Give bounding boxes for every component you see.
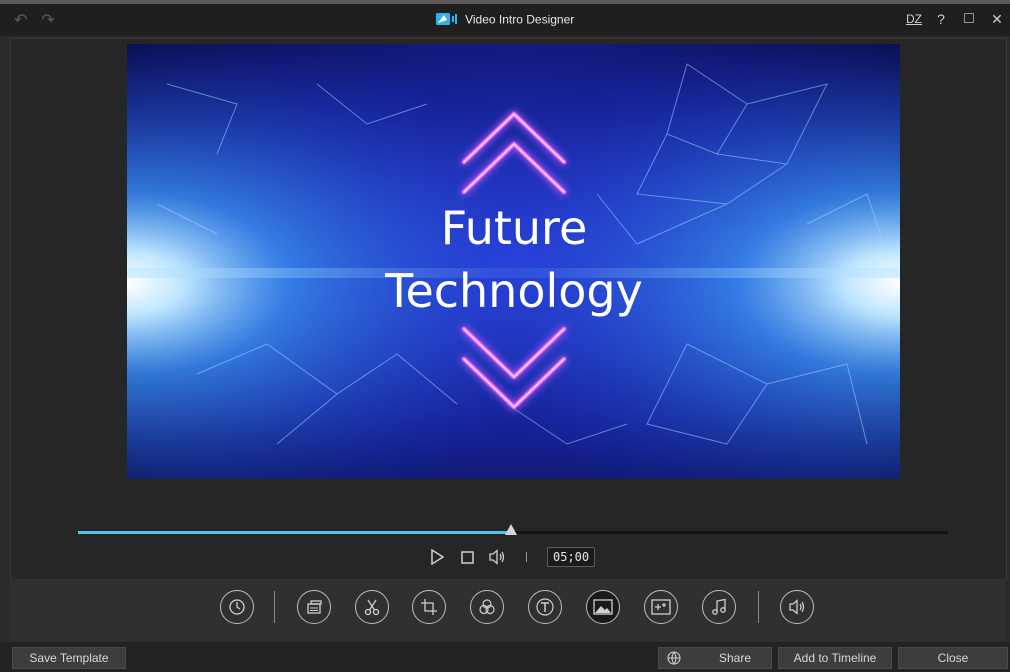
layers-icon	[307, 600, 322, 614]
video-preview[interactable]: Future Technology	[127, 44, 900, 479]
circles-icon	[479, 599, 495, 615]
text-icon	[536, 598, 554, 616]
scissors-icon	[364, 599, 380, 616]
tool-divider	[274, 591, 275, 623]
title-bar: ↶ ↷ Video Intro Designer DZ ? □ ✕	[0, 4, 1010, 36]
window-title-area: Video Intro Designer	[0, 12, 1010, 29]
bottom-bar: Save Template Share Add to Timeline Clos…	[0, 642, 1010, 672]
tool-divider	[758, 591, 759, 623]
preview-artwork: Future Technology	[127, 44, 900, 479]
image-button[interactable]	[586, 590, 620, 624]
trim-button[interactable]	[355, 590, 389, 624]
maximize-icon[interactable]: □	[962, 10, 976, 28]
playback-controls: 05;00	[428, 547, 596, 567]
crop-icon	[421, 599, 437, 615]
timecode-display[interactable]: 05;00	[547, 547, 596, 567]
share-label: Share	[718, 651, 752, 665]
play-icon[interactable]	[428, 548, 446, 566]
seek-handle[interactable]	[505, 524, 518, 535]
music-note-icon	[712, 598, 726, 615]
volume-icon[interactable]	[488, 548, 506, 566]
audio-button[interactable]	[780, 590, 814, 624]
close-icon[interactable]: ✕	[990, 11, 1004, 28]
particle-button[interactable]	[470, 590, 504, 624]
sparkle-icon	[651, 599, 671, 615]
speaker-icon	[789, 599, 805, 615]
save-template-button[interactable]: Save Template	[12, 647, 126, 669]
seek-progress	[78, 531, 512, 534]
globe-icon	[667, 651, 681, 668]
help-icon[interactable]: ?	[934, 11, 948, 27]
controls-divider	[526, 552, 527, 562]
stop-icon[interactable]	[458, 548, 476, 566]
share-button[interactable]: Share	[658, 647, 772, 669]
tool-strip	[10, 579, 1005, 641]
duration-button[interactable]	[220, 590, 254, 624]
effect-button[interactable]	[644, 590, 678, 624]
image-icon	[593, 599, 613, 615]
crop-button[interactable]	[412, 590, 446, 624]
window-controls: DZ ? □ ✕	[906, 10, 1004, 28]
seek-bar[interactable]	[78, 524, 948, 535]
add-to-timeline-button[interactable]: Add to Timeline	[778, 647, 892, 669]
preview-title-line1: Future	[441, 201, 588, 255]
window-title: Video Intro Designer	[465, 12, 575, 27]
dz-icon[interactable]: DZ	[906, 12, 922, 26]
clock-icon	[229, 599, 245, 615]
close-button[interactable]: Close	[898, 647, 1008, 669]
music-button[interactable]	[702, 590, 736, 624]
background-button[interactable]	[297, 590, 331, 624]
preview-title-line2: Technology	[384, 264, 643, 318]
app-logo-icon	[435, 12, 458, 29]
title-button[interactable]	[528, 590, 562, 624]
